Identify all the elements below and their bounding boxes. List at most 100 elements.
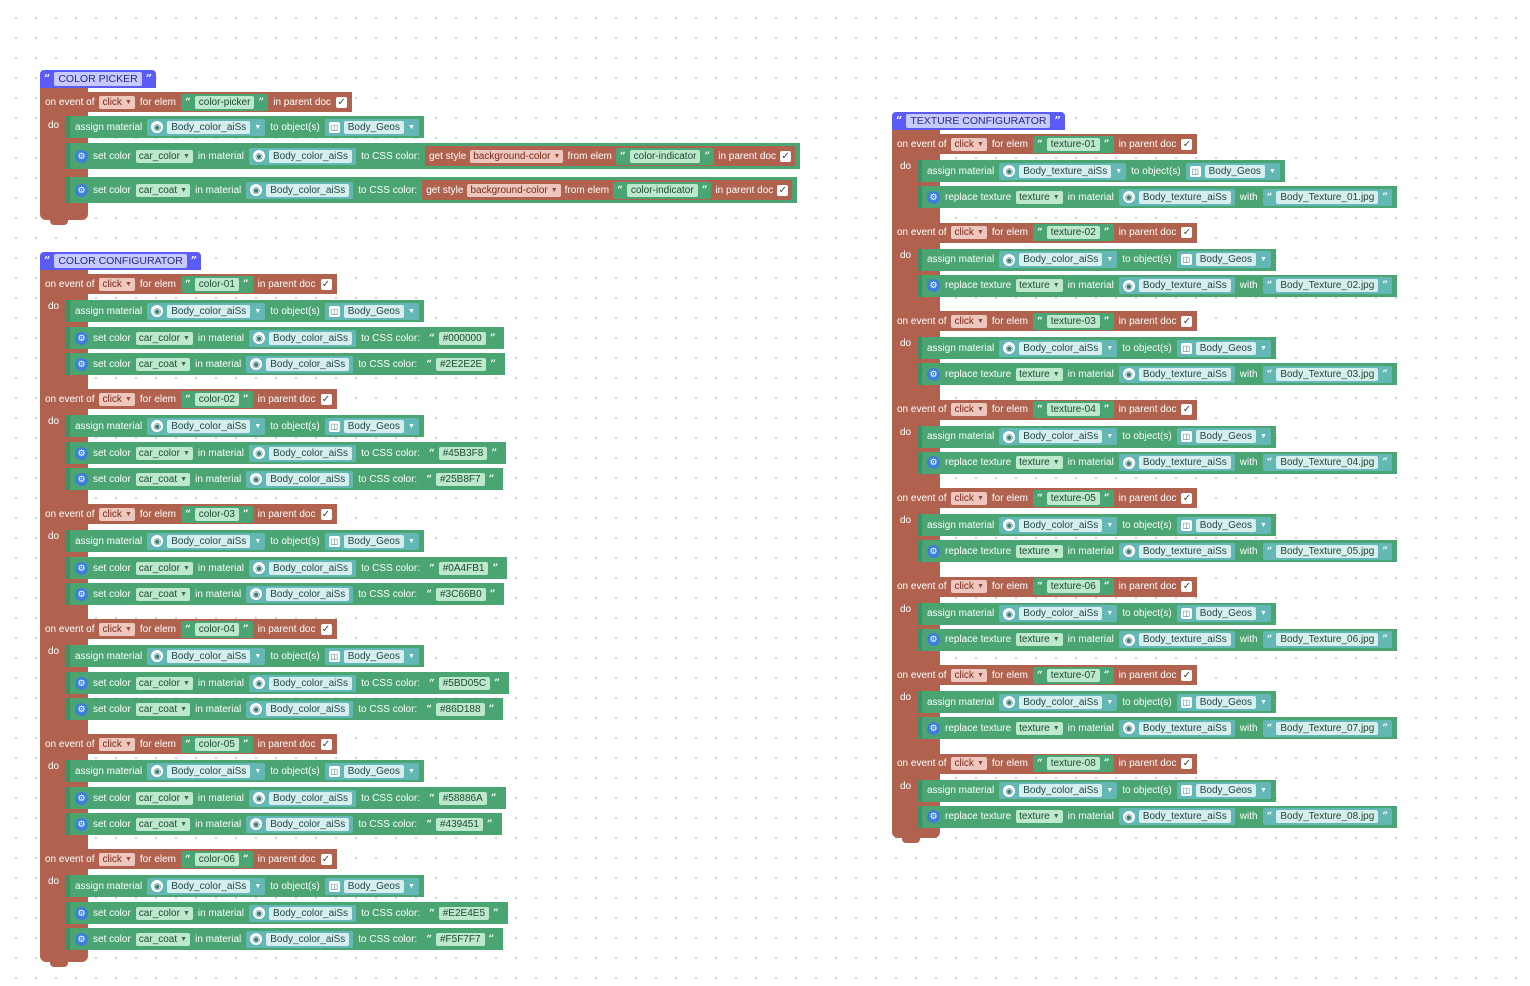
texture-param-dropdown[interactable]: texture ▼ [1016, 633, 1063, 646]
material-object[interactable]: ◉ Body_color_aiSs [249, 789, 357, 807]
geometry-object[interactable]: ◫ Body_Geos ▼ [324, 532, 419, 550]
event-block-header[interactable]: on event of click ▼ for elem “texture-01” in … [892, 134, 1198, 154]
material-object[interactable]: ◉ Body_color_aiSs [249, 444, 357, 462]
event-dropdown[interactable]: click ▼ [951, 491, 987, 505]
parent-doc-checkbox[interactable]: ✓ [320, 393, 332, 405]
set-color-block[interactable]: ⚙ set color car_color ▼ in material ◉ Body_col… [66, 327, 505, 349]
elem-string-block[interactable]: “color-indicator” [615, 147, 715, 165]
elem-id-field[interactable]: color-indicator [626, 183, 698, 197]
geometry-object[interactable]: ◫ Body_Geos ▼ [1176, 251, 1271, 268]
css-color-field[interactable]: #45B3F8 [438, 446, 488, 460]
set-color-block[interactable]: ⚙ set color car_color ▼ in material ◉ Body_col… [66, 902, 508, 924]
material-object[interactable]: ◉ Body_texture_aiSs [1118, 631, 1235, 648]
gear-icon[interactable]: ⚙ [75, 906, 88, 920]
color-param-dropdown[interactable]: car_coat ▼ [135, 932, 191, 946]
material-object[interactable]: ◉ Body_color_aiSs [249, 559, 357, 577]
assign-material-block[interactable]: assign material ◉ Body_color_aiSs ▼ to objec… [66, 300, 424, 322]
event-block-header[interactable]: on event of click ▼ for elem “color-01” in pa… [40, 274, 337, 294]
css-color-string-block[interactable]: “#5BD05C” [424, 674, 504, 692]
gear-icon[interactable]: ⚙ [75, 676, 88, 690]
elem-string-block[interactable]: “texture-07” [1033, 666, 1114, 684]
assign-material-block[interactable]: assign material ◉ Body_color_aiSs ▼ to objec… [918, 337, 1276, 359]
event-dropdown[interactable]: click ▼ [99, 392, 135, 406]
gear-icon[interactable]: ⚙ [75, 587, 88, 601]
event-block-header[interactable]: on event of click ▼ for elem “texture-03” in … [892, 311, 1198, 331]
geometry-object[interactable]: ◫ Body_Geos ▼ [324, 417, 419, 435]
gear-icon[interactable]: ⚙ [75, 149, 88, 163]
color-param-dropdown[interactable]: car_coat ▼ [135, 817, 191, 831]
elem-string-block[interactable]: “texture-04” [1033, 401, 1114, 418]
gear-icon[interactable]: ⚙ [75, 472, 88, 486]
material-object[interactable]: ◉ Body_color_aiSs ▼ [147, 877, 266, 895]
event-block-header[interactable]: on event of click ▼ for elem “texture-08” in … [892, 753, 1198, 774]
material-object[interactable]: ◉ Body_color_aiSs [246, 585, 354, 603]
material-object[interactable]: ◉ Body_color_aiSs ▼ [999, 251, 1118, 268]
texture-file-string-block[interactable]: “Body_Texture_02.jpg” [1262, 277, 1393, 294]
geometry-object[interactable]: ◫ Body_Geos ▼ [324, 762, 419, 780]
color-param-dropdown[interactable]: car_coat ▼ [135, 357, 191, 371]
gear-icon[interactable]: ⚙ [927, 367, 940, 381]
elem-id-field[interactable]: texture-06 [1046, 580, 1100, 593]
material-object[interactable]: ◉ Body_color_aiSs ▼ [147, 762, 266, 780]
set-color-block[interactable]: ⚙ set color car_color ▼ in material ◉ Body_col… [66, 442, 507, 464]
parent-doc-checkbox[interactable]: ✓ [1181, 315, 1193, 327]
gear-icon[interactable]: ⚙ [927, 456, 940, 469]
elem-id-field[interactable]: texture-02 [1046, 226, 1100, 239]
event-dropdown[interactable]: click ▼ [99, 277, 135, 291]
geometry-object[interactable]: ◫ Body_Geos ▼ [324, 647, 419, 665]
event-block-header[interactable]: on event of click ▼ for elem “color-02” in pa… [40, 389, 337, 409]
parent-doc-checkbox[interactable]: ✓ [1181, 492, 1193, 504]
set-color-block[interactable]: ⚙ set color car_coat ▼ in material ◉ Body_colo… [66, 698, 504, 720]
elem-id-field[interactable]: color-01 [194, 277, 239, 291]
texture-configurator-group[interactable]: “ TEXTURE CONFIGURATOR ” on event of clic… [892, 112, 1452, 847]
set-color-block[interactable]: ⚙ set color car_coat ▼ in material ◉ Body_colo… [66, 583, 505, 605]
set-color-block[interactable]: ⚙ set color car_coat ▼ in material ◉ Body_colo… [66, 928, 504, 950]
geometry-object[interactable]: ◫ Body_Geos ▼ [324, 877, 419, 895]
gear-icon[interactable]: ⚙ [927, 544, 940, 558]
assign-material-block[interactable]: assign material ◉ Body_color_aiSs ▼ to objec… [918, 691, 1276, 713]
elem-string-block[interactable]: “color-04” [181, 620, 253, 638]
event-block-header[interactable]: on event of click ▼ for elem “texture-04” in … [892, 399, 1198, 420]
gear-icon[interactable]: ⚙ [75, 817, 88, 831]
material-object[interactable]: ◉ Body_color_aiSs ▼ [999, 782, 1118, 799]
css-color-field[interactable]: #3C66B0 [435, 587, 486, 601]
gear-icon[interactable]: ⚙ [927, 633, 940, 646]
css-color-field[interactable]: #86D188 [435, 702, 485, 716]
material-object[interactable]: ◉ Body_color_aiSs [249, 329, 357, 347]
css-color-field[interactable]: #E2E4E5 [438, 906, 490, 920]
geometry-object[interactable]: ◫ Body_Geos ▼ [324, 118, 419, 136]
material-object[interactable]: ◉ Body_color_aiSs [249, 904, 357, 922]
replace-texture-block[interactable]: ⚙ replace texture texture ▼ in material ◉ Body… [918, 805, 1398, 828]
replace-texture-block[interactable]: ⚙ replace texture texture ▼ in material ◉ Body… [918, 274, 1398, 297]
event-dropdown[interactable]: click ▼ [951, 137, 987, 151]
event-block-header[interactable]: on event of click ▼ for elem “color-05” in pa… [40, 734, 337, 754]
assign-material-block[interactable]: assign material ◉ Body_color_aiSs ▼ to objec… [66, 415, 424, 437]
material-object[interactable]: ◉ Body_color_aiSs ▼ [999, 693, 1118, 711]
parent-doc-checkbox[interactable]: ✓ [320, 738, 332, 750]
assign-material-block[interactable]: assign material ◉ Body_color_aiSs ▼ to objec… [918, 514, 1276, 536]
geometry-object[interactable]: ◫ Body_Geos ▼ [1176, 782, 1271, 799]
event-dropdown[interactable]: click ▼ [99, 852, 135, 866]
elem-id-field[interactable]: texture-07 [1046, 668, 1100, 682]
css-color-field[interactable]: #25B8F7 [435, 472, 485, 486]
material-object[interactable]: ◉ Body_color_aiSs [249, 674, 357, 692]
geometry-object[interactable]: ◫ Body_Geos ▼ [324, 302, 419, 320]
elem-string-block[interactable]: “color-05” [181, 735, 253, 753]
texture-file-string-block[interactable]: “Body_Texture_08.jpg” [1262, 808, 1393, 825]
texture-file-field[interactable]: Body_Texture_04.jpg [1276, 456, 1379, 469]
elem-id-field[interactable]: texture-01 [1046, 137, 1100, 151]
parent-doc-checkbox[interactable]: ✓ [780, 150, 792, 162]
elem-id-field[interactable]: texture-04 [1046, 403, 1100, 416]
material-object[interactable]: ◉ Body_color_aiSs [246, 930, 354, 948]
assign-material-block[interactable]: assign material ◉ Body_color_aiSs ▼ to objec… [918, 425, 1276, 448]
css-color-string-block[interactable]: “#2E2E2E” [422, 355, 500, 373]
set-color-block[interactable]: ⚙ set color car_coat ▼ in material ◉ Body_… [66, 177, 798, 203]
texture-file-field[interactable]: Body_Texture_05.jpg [1276, 544, 1379, 558]
material-object[interactable]: ◉ Body_color_aiSs ▼ [147, 417, 266, 435]
parent-doc-checkbox[interactable]: ✓ [777, 184, 789, 196]
replace-texture-block[interactable]: ⚙ replace texture texture ▼ in material ◉ Body… [918, 363, 1398, 385]
get-style-block[interactable]: get style background-color ▼ from elem “c… [422, 180, 793, 200]
assign-material-block[interactable]: assign material ◉ Body_color_aiSs ▼ to objec… [918, 248, 1276, 271]
elem-id-field[interactable]: color-02 [194, 392, 239, 406]
parent-doc-checkbox[interactable]: ✓ [320, 853, 332, 865]
